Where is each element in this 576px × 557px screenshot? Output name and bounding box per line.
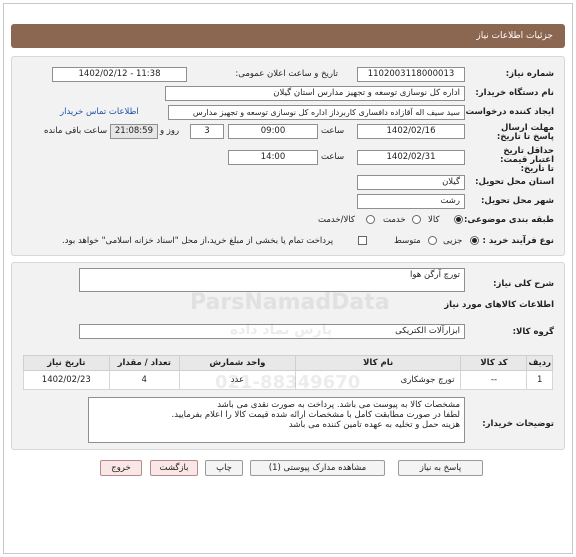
- print-button[interactable]: چاپ: [205, 460, 243, 476]
- deadline-date-field: 1402/02/16: [357, 124, 465, 139]
- exit-button[interactable]: خروج: [100, 460, 142, 476]
- goods-table-header: ردیف کد کالا نام کالا واحد شمارش تعداد /…: [23, 355, 553, 371]
- category-radio-goods[interactable]: [454, 215, 463, 224]
- buyer-notes-line: لطفا در صورت مطابقت کامل با مشخصات ارائه…: [171, 410, 460, 420]
- days-word: روز و: [160, 126, 180, 136]
- buyer-label: نام دستگاه خریدار:: [475, 88, 554, 98]
- col-name: نام کالا: [294, 355, 462, 371]
- category-option-service: خدمت: [383, 215, 406, 225]
- page-header: جزئیات اطلاعات نیاز: [11, 24, 565, 48]
- reply-button[interactable]: پاسخ به نیاز: [398, 460, 483, 476]
- watermark-phone: 021-88349670: [215, 372, 361, 393]
- remaining-time-field: 21:08:59: [110, 124, 158, 139]
- col-unit: واحد شمارش: [178, 355, 296, 371]
- validity-date-field: 1402/02/31: [357, 150, 465, 165]
- buyer-field: اداره کل نوسازی توسعه و تجهیز مدارس استا…: [165, 86, 465, 101]
- buyer-notes-box: مشخصات کالا به پیوست می باشد. پرداخت به …: [88, 397, 465, 443]
- deadline-label: مهلت ارسال پاسخ تا تاریخ:: [496, 123, 554, 142]
- watermark-brand-fa: پارس نماد داده: [230, 322, 333, 338]
- col-quantity: تعداد / مقدار: [108, 355, 180, 371]
- deadline-time-word: ساعت: [321, 126, 345, 136]
- process-option-minor: جزیی: [443, 236, 463, 246]
- validity-label: حداقل تاریخ اعتبار قیمت: تا تاریخ:: [500, 146, 554, 174]
- announce-label: تاریخ و ساعت اعلان عمومی:: [235, 69, 338, 79]
- process-label: نوع فرآیند خرید :: [482, 236, 554, 246]
- col-date: تاریخ نیاز: [23, 355, 110, 371]
- process-radio-minor[interactable]: [470, 236, 479, 245]
- creator-label: ایجاد کننده درخواست:: [462, 107, 554, 117]
- treasury-payment-checkbox[interactable]: [358, 236, 367, 245]
- need-number-field: 1102003118000013: [357, 67, 465, 82]
- validity-time-word: ساعت: [321, 152, 345, 162]
- need-number-label: شماره نیاز:: [505, 69, 554, 79]
- col-code: کد کالا: [460, 355, 528, 371]
- col-row: ردیف: [526, 355, 553, 371]
- city-label: شهر محل تحویل:: [481, 196, 554, 206]
- city-field: رشت: [357, 194, 465, 209]
- province-field: گیلان: [357, 175, 465, 190]
- attachments-button[interactable]: مشاهده مدارک پیوستی (1): [250, 460, 385, 476]
- back-button[interactable]: بازگشت: [150, 460, 198, 476]
- category-option-goods: کالا: [428, 215, 440, 225]
- process-radio-medium[interactable]: [428, 236, 437, 245]
- cell-date: 1402/02/23: [23, 370, 110, 390]
- summary-field: تورچ آرگن هوا: [79, 268, 465, 292]
- watermark-brand: ParsNamadData: [190, 290, 390, 315]
- province-label: استان محل تحویل:: [475, 177, 554, 187]
- remaining-label: ساعت باقی مانده: [44, 126, 108, 136]
- page-title: جزئیات اطلاعات نیاز: [476, 31, 553, 41]
- category-label: طبقه بندی موضوعی:: [464, 215, 554, 225]
- goods-group-label: گروه کالا:: [512, 327, 554, 337]
- creator-field: سید سیف اله آقازاده دافساری کاربرداز ادا…: [168, 105, 465, 120]
- goods-section-title: اطلاعات کالاهای مورد نیاز: [444, 300, 554, 310]
- cell-code: --: [460, 370, 528, 390]
- announce-field: 1402/02/12 - 11:38: [52, 67, 187, 82]
- process-option-medium: متوسط: [394, 236, 421, 246]
- validity-time-field: 14:00: [228, 150, 318, 165]
- buyer-notes-line: هزینه حمل و تخلیه به عهده تامین کننده می…: [288, 420, 460, 430]
- treasury-payment-note: پرداخت تمام یا بخشی از مبلغ خرید،از محل …: [62, 236, 334, 246]
- category-radio-service[interactable]: [412, 215, 421, 224]
- buyer-notes-line: مشخصات کالا به پیوست می باشد. پرداخت به …: [217, 400, 460, 410]
- category-radio-goods-service[interactable]: [366, 215, 375, 224]
- cell-row: 1: [526, 370, 553, 390]
- cell-quantity: 4: [108, 370, 180, 390]
- days-count-field: 3: [190, 124, 224, 139]
- category-option-goods-service: کالا/خدمت: [318, 215, 355, 225]
- summary-label: شرح کلی نیاز:: [493, 279, 554, 289]
- deadline-time-field: 09:00: [228, 124, 318, 139]
- buyer-contact-link[interactable]: اطلاعات تماس خریدار: [60, 107, 139, 117]
- buyer-notes-label: توضیحات خریدار:: [482, 419, 554, 429]
